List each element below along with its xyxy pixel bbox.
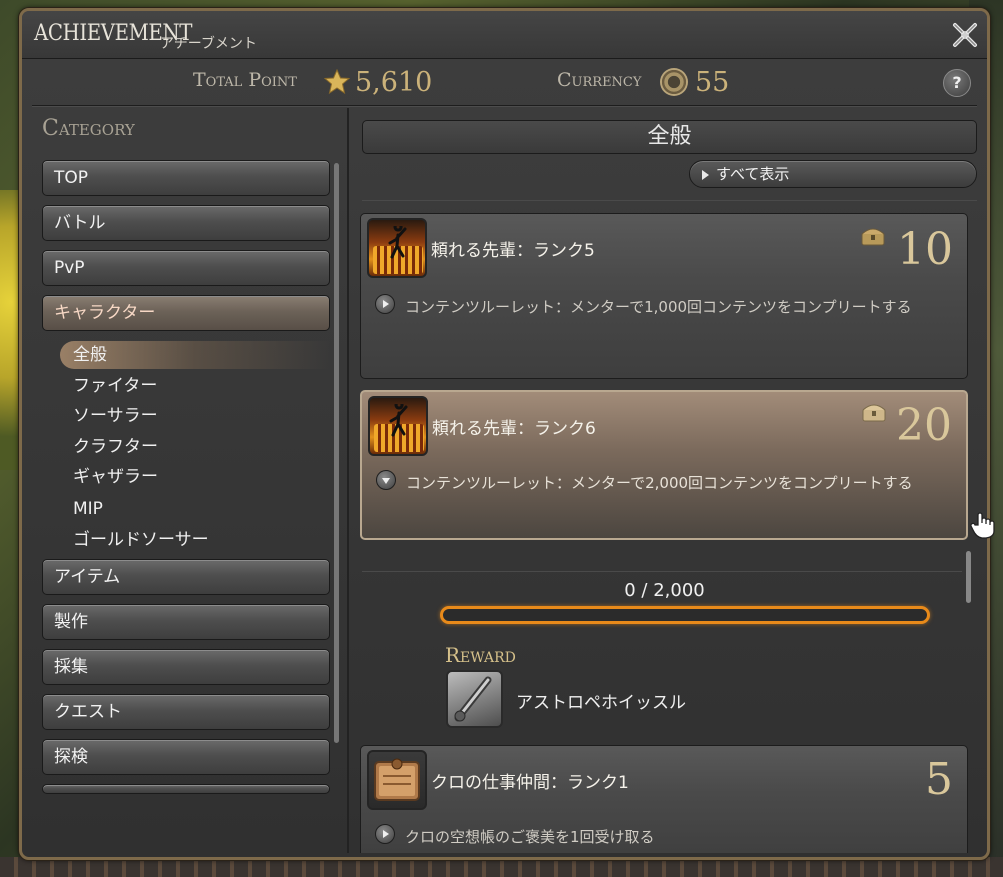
subcategory-fighter[interactable]: ファイター	[73, 372, 157, 400]
achievement-name: 頼れる先輩：ランク5	[431, 241, 595, 261]
reward-chest-icon	[861, 228, 885, 246]
collapse-icon[interactable]	[376, 470, 396, 490]
background-fence	[0, 857, 1003, 877]
hand-cursor-icon	[970, 512, 995, 539]
achievement-points: 10	[897, 224, 953, 275]
category-exploration[interactable]: 探検	[42, 739, 330, 775]
points-bar: Total Point 5,610 Currency 55 ?	[22, 61, 987, 105]
category-character[interactable]: キャラクター	[42, 295, 330, 331]
category-pvp[interactable]: PvP	[42, 250, 330, 286]
category-panel: Category TOP バトル PvP キャラクター 全般 ファイター ソーサ…	[32, 108, 349, 853]
achievement-window: ACHIEVEMENT アチーブメント Total Point 5,610 Cu…	[19, 8, 995, 860]
total-point-value: 5,610	[355, 67, 433, 98]
star-icon	[324, 69, 350, 95]
achievement-description: クロの空想帳のご褒美を1回受け取る	[405, 828, 655, 846]
currency-coin-icon	[660, 68, 688, 96]
progress-count: 0 / 2,000	[624, 580, 705, 601]
total-point-label: Total Point	[193, 69, 297, 91]
category-quests[interactable]: クエスト	[42, 694, 330, 730]
close-icon[interactable]	[951, 21, 979, 49]
category-gathering[interactable]: 採集	[42, 649, 330, 685]
reward-item-name: アストロペホイッスル	[516, 693, 686, 713]
list-divider	[362, 200, 977, 201]
help-button[interactable]: ?	[943, 69, 971, 97]
currency-label: Currency	[557, 69, 642, 91]
title-bar[interactable]: ACHIEVEMENT アチーブメント	[22, 11, 987, 59]
progress-bar	[440, 606, 930, 624]
achievement-description: コンテンツルーレット：メンターで2,000回コンテンツをコンプリートする	[406, 474, 913, 492]
show-all-button[interactable]: すべて表示	[689, 160, 977, 188]
play-icon	[702, 170, 709, 180]
achievement-card-selected[interactable]: 頼れる先輩：ランク6 20 コンテンツルーレット：メンターで2,000回コンテン…	[360, 390, 968, 540]
section-title: 全般	[362, 120, 977, 154]
book-achievement-icon	[367, 750, 427, 810]
category-crafting[interactable]: 製作	[42, 604, 330, 640]
show-all-label: すべて表示	[716, 165, 790, 183]
achievement-scrollbar[interactable]	[966, 551, 971, 603]
mentor-achievement-icon	[368, 396, 428, 456]
achievement-points: 5	[925, 754, 953, 805]
subcategory-crafter[interactable]: クラフター	[73, 433, 158, 461]
currency-value: 55	[695, 67, 730, 98]
whistle-item-icon[interactable]	[446, 670, 503, 728]
category-partial[interactable]	[42, 784, 330, 794]
category-top[interactable]: TOP	[42, 160, 330, 196]
reward-chest-icon	[862, 404, 886, 422]
achievement-card[interactable]: クロの仕事仲間：ランク1 5 クロの空想帳のご褒美を1回受け取る	[360, 745, 968, 853]
mentor-achievement-icon	[367, 218, 427, 278]
category-battle[interactable]: バトル	[42, 205, 330, 241]
achievement-name: クロの仕事仲間：ランク1	[431, 773, 629, 793]
subcategory-gold-saucer[interactable]: ゴールドソーサー	[73, 526, 209, 554]
achievement-list-panel: 全般 すべて表示 頼れる先輩：ランク5 10 コンテンツルーレット：メンターで1…	[352, 108, 977, 853]
category-heading: Category	[42, 116, 135, 141]
subcategory-general[interactable]: 全般	[60, 341, 330, 369]
subcategory-mip[interactable]: MIP	[73, 495, 103, 523]
progress-divider	[362, 571, 962, 572]
expand-icon[interactable]	[375, 294, 395, 314]
expand-icon[interactable]	[375, 824, 395, 844]
category-items[interactable]: アイテム	[42, 559, 330, 595]
subcategory-gatherer[interactable]: ギャザラー	[73, 463, 158, 491]
achievement-name: 頼れる先輩：ランク6	[432, 419, 596, 439]
achievement-description: コンテンツルーレット：メンターで1,000回コンテンツをコンプリートする	[405, 298, 912, 316]
window-subtitle: アチーブメント	[160, 36, 257, 52]
achievement-points: 20	[896, 400, 952, 451]
reward-label: Reward	[445, 643, 516, 667]
header-divider	[32, 105, 977, 107]
category-scrollbar[interactable]	[334, 163, 339, 743]
achievement-card[interactable]: 頼れる先輩：ランク5 10 コンテンツルーレット：メンターで1,000回コンテン…	[360, 213, 968, 379]
subcategory-sorcerer[interactable]: ソーサラー	[73, 402, 158, 430]
